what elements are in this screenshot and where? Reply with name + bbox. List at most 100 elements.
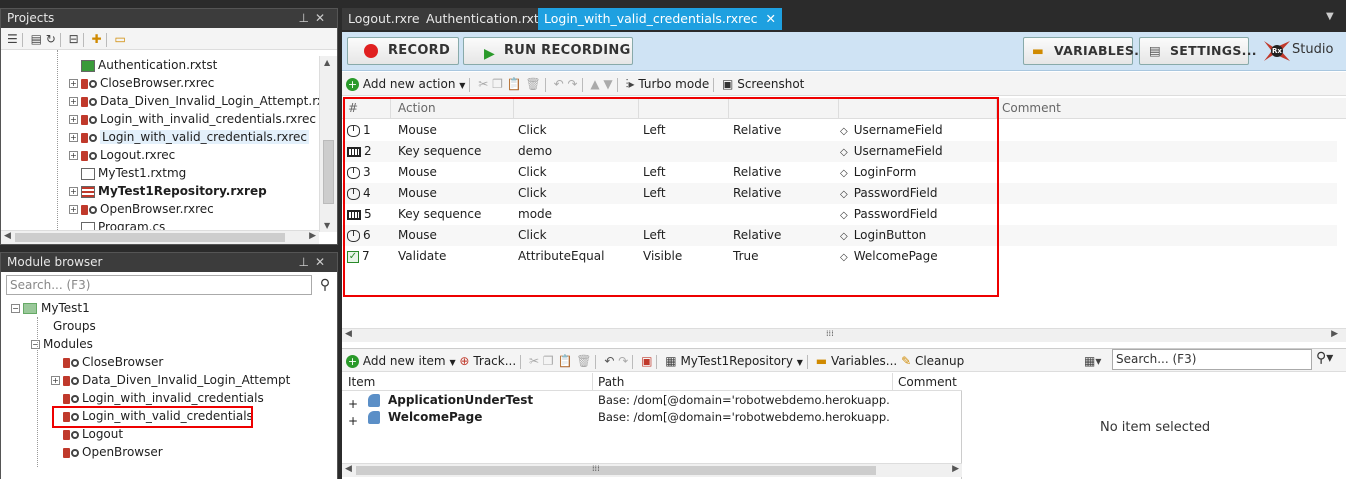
repo-variables-button[interactable]: Variables...: [831, 354, 897, 368]
copy-icon[interactable]: ❐: [543, 354, 554, 368]
module-tree-item[interactable]: Logout: [1, 425, 337, 443]
project-tree-item[interactable]: + CloseBrowser.rxrec: [1, 74, 321, 92]
repository-item-icon: ◇: [840, 189, 848, 200]
redo-icon[interactable]: ↷: [618, 354, 628, 368]
actions-horizontal-scrollbar[interactable]: ◀ ⁞⁞⁞ ▶: [342, 328, 1346, 342]
project-tree-item[interactable]: Authentication.rxtst: [1, 56, 321, 74]
undo-icon[interactable]: ↶: [604, 354, 614, 368]
repository-row[interactable]: + WelcomePage Base: /dom[@domain='robotweb…: [342, 409, 962, 428]
module-tree-item[interactable]: Login_with_invalid_credentials: [1, 389, 337, 407]
expand-toggle-icon[interactable]: +: [69, 97, 78, 106]
delete-icon[interactable]: 🗑: [526, 77, 541, 91]
expand-toggle-icon[interactable]: −: [31, 340, 40, 349]
dropdown-icon[interactable]: ▼: [449, 358, 455, 367]
project-tree-item[interactable]: + Login_with_invalid_credentials.rxrec: [1, 110, 321, 128]
module-tree-item[interactable]: CloseBrowser: [1, 353, 337, 371]
undo-icon[interactable]: ↶: [554, 77, 564, 91]
module-tree-modules[interactable]: − Modules: [1, 335, 337, 353]
track-button[interactable]: Track...: [473, 354, 516, 368]
variables-button[interactable]: ▬ VARIABLES...: [1023, 37, 1149, 65]
tab-2[interactable]: Authentication.rxtst: [420, 8, 557, 30]
tab-close-icon[interactable]: ✕: [766, 11, 776, 26]
expand-toggle-icon[interactable]: +: [69, 133, 78, 142]
expand-toggle-icon[interactable]: +: [69, 187, 78, 196]
module-tree-item[interactable]: + Data_Diven_Invalid_Login_Attempt: [1, 371, 337, 389]
expand-toggle-icon[interactable]: +: [348, 413, 358, 430]
add-item-icon[interactable]: +: [346, 355, 359, 368]
repository-search-input[interactable]: Search... (F3): [1112, 349, 1312, 370]
project-tree-item[interactable]: + OpenBrowser.rxrec: [1, 200, 321, 218]
paste-icon[interactable]: 📋: [557, 354, 572, 368]
projects-horizontal-scrollbar[interactable]: ◀ ▶: [1, 230, 319, 244]
screenshot-button[interactable]: Screenshot: [737, 77, 804, 91]
properties-icon[interactable]: ☰: [7, 32, 18, 46]
cut-icon[interactable]: ✂: [478, 77, 488, 91]
pin-icon[interactable]: ⊥: [298, 11, 314, 25]
repository-search-icon[interactable]: ⚲▾: [1316, 350, 1333, 366]
action-row[interactable]: 6 Mouse Click Left Relative ◇ LoginButton: [342, 225, 1337, 246]
tab-3[interactable]: Login_with_valid_credentials.rxrec ✕: [538, 8, 783, 30]
repository-horizontal-scrollbar[interactable]: ◀ ⁞⁞⁞ ▶: [342, 463, 962, 477]
build-icon[interactable]: ▤: [31, 32, 42, 46]
refresh-icon[interactable]: ↻: [46, 32, 56, 46]
pin-icon[interactable]: ⊥: [298, 255, 314, 269]
add-action-icon[interactable]: +: [346, 78, 359, 91]
redo-icon[interactable]: ↷: [567, 77, 577, 91]
tab-1[interactable]: Logout.rxrec: [342, 8, 433, 30]
move-down-icon[interactable]: ▼: [603, 77, 612, 91]
add-item-icon[interactable]: ✚: [92, 32, 102, 46]
module-tree-item[interactable]: Login_with_valid_credentials: [1, 406, 337, 428]
module-search-input[interactable]: Search... (F3): [6, 275, 312, 295]
open-folder-icon[interactable]: ▭: [114, 32, 125, 46]
move-up-icon[interactable]: ▲: [590, 77, 599, 91]
cleanup-button[interactable]: Cleanup: [915, 354, 964, 368]
add-new-item-button[interactable]: Add new item: [363, 354, 446, 368]
module-tree-groups[interactable]: Groups: [1, 317, 337, 335]
expand-toggle-icon[interactable]: +: [69, 205, 78, 214]
module-tree-item[interactable]: OpenBrowser: [1, 443, 337, 461]
add-new-action-button[interactable]: Add new action: [363, 77, 456, 91]
settings-button[interactable]: ▤ SETTINGS...: [1139, 37, 1257, 65]
projects-vertical-scrollbar[interactable]: ▲ ▼: [319, 56, 337, 232]
module-search-icon[interactable]: ⚲: [314, 275, 336, 295]
project-tree-item[interactable]: + Logout.rxrec: [1, 146, 321, 164]
action-row[interactable]: 3 Mouse Click Left Relative ◇ LoginForm: [342, 162, 1337, 183]
project-tree-item[interactable]: + Login_with_valid_credentials.rxrec: [1, 128, 321, 146]
tab-overflow-icon[interactable]: ▼: [1326, 11, 1334, 22]
view-toggle-icon[interactable]: ▦▾: [1084, 354, 1101, 368]
copy-icon[interactable]: ❐: [492, 77, 503, 91]
highlight-icon[interactable]: ▣: [641, 354, 652, 368]
module-tree-root[interactable]: − MyTest1: [1, 299, 337, 317]
repository-selector[interactable]: MyTest1Repository: [680, 354, 793, 368]
project-tree-item[interactable]: Program.cs: [1, 218, 321, 230]
expand-toggle-icon[interactable]: +: [69, 151, 78, 160]
delete-icon[interactable]: 🗑: [576, 354, 591, 368]
record-button[interactable]: RECORD: [347, 37, 459, 65]
paste-icon[interactable]: 📋: [507, 77, 522, 91]
expand-toggle-icon[interactable]: +: [69, 115, 78, 124]
repository-row[interactable]: + ApplicationUnderTest Base: /dom[@domain=…: [342, 392, 962, 411]
action-row[interactable]: ✓ 7 Validate AttributeEqual Visible True ◇ Welc…: [342, 246, 1337, 267]
project-tree-item[interactable]: MyTest1.rxtmg: [1, 164, 321, 182]
run-recording-button[interactable]: ▶ RUN RECORDING: [463, 37, 633, 65]
cut-icon[interactable]: ✂: [529, 354, 539, 368]
action-row[interactable]: 2 Key sequence demo ◇ UsernameField: [342, 141, 1337, 162]
action-row[interactable]: 5 Key sequence mode ◇ PasswordField: [342, 204, 1337, 225]
expand-toggle-icon[interactable]: +: [51, 376, 60, 385]
collapse-icon[interactable]: ⊟: [69, 32, 79, 46]
dropdown-icon[interactable]: ▼: [797, 358, 803, 367]
actions-toolbar: + Add new action ▼ ✂ ❐ 📋 🗑 ↶ ↷ ▲ ▼ ⫶▸ Tu…: [342, 72, 1346, 96]
project-tree-item[interactable]: + MyTest1Repository.rxrep: [1, 182, 321, 200]
turbo-mode-button[interactable]: Turbo mode: [638, 77, 709, 91]
close-icon[interactable]: ✕: [315, 11, 331, 25]
repository-path-label: Base: /dom[@domain='robotwebdemo.herokua…: [598, 393, 890, 407]
module-tree-item-label: Logout: [82, 427, 124, 441]
action-row[interactable]: 1 Mouse Click Left Relative ◇ UsernameField: [342, 120, 1337, 141]
expand-toggle-icon[interactable]: −: [11, 304, 20, 313]
scroll-thumb[interactable]: [323, 140, 334, 204]
expand-toggle-icon[interactable]: +: [69, 79, 78, 88]
dropdown-icon[interactable]: ▼: [459, 81, 465, 90]
action-row[interactable]: 4 Mouse Click Left Relative ◇ PasswordField: [342, 183, 1337, 204]
close-icon[interactable]: ✕: [315, 255, 331, 269]
project-tree-item[interactable]: + Data_Diven_Invalid_Login_Attempt.rxrec: [1, 92, 321, 110]
